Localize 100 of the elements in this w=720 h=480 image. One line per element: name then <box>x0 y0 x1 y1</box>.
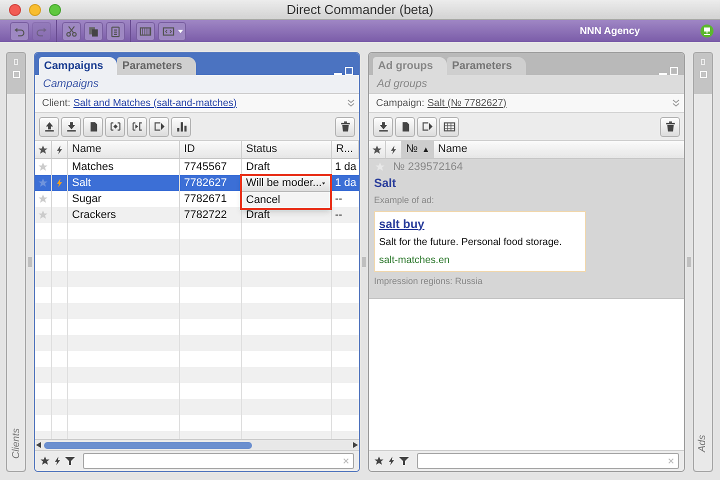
table-cell-text: Draft <box>246 160 270 175</box>
column-header[interactable]: R... <box>336 141 354 158</box>
download-button[interactable] <box>373 116 393 136</box>
star-icon <box>38 144 48 154</box>
table-button[interactable] <box>439 116 459 136</box>
document-button[interactable] <box>83 116 103 136</box>
filter-icon[interactable] <box>399 456 409 466</box>
scissors-button[interactable] <box>62 22 81 40</box>
trash-icon <box>664 120 676 133</box>
tab[interactable]: Parameters <box>117 57 196 75</box>
search-field[interactable] <box>83 453 354 469</box>
star-icon <box>38 194 48 204</box>
bracket-arrow-icon <box>130 120 144 133</box>
close-button[interactable] <box>9 4 21 16</box>
copy-button[interactable] <box>84 22 103 40</box>
bracket-arrow-button[interactable] <box>127 116 147 136</box>
filter-icon[interactable] <box>65 456 75 466</box>
side-strip[interactable]: Ads <box>693 52 713 472</box>
caret-icon <box>178 28 182 34</box>
filter-link[interactable]: Salt and Matches (salt-and-matches) <box>73 96 237 110</box>
layout-button[interactable] <box>158 22 186 40</box>
table-cell-text: -- <box>335 208 342 223</box>
download-icon <box>64 120 78 133</box>
strip-label[interactable]: Ads <box>696 434 710 452</box>
scroll-left-icon[interactable] <box>36 442 42 448</box>
minimize-button[interactable] <box>29 4 41 16</box>
ad-text: Salt for the future. Personal food storage. <box>379 236 563 250</box>
table-cell-text: Draft <box>246 208 270 223</box>
table-cell-text: Sugar <box>72 192 102 207</box>
expand-icon[interactable] <box>347 99 355 107</box>
status-dropdown[interactable]: Will be moder... <box>242 176 330 192</box>
regions-text: Impression regions: Russia <box>374 274 484 288</box>
bracket-arrows-button[interactable] <box>105 116 125 136</box>
menu-option[interactable]: Cancel <box>242 192 330 208</box>
table-cell-text: 7745567 <box>184 160 227 175</box>
ad-title[interactable]: salt buy <box>379 214 581 232</box>
clipboard-button[interactable] <box>106 22 125 40</box>
example-label: Example of ad: <box>374 194 436 207</box>
copy-icon <box>87 24 100 38</box>
undo-button[interactable] <box>10 22 29 40</box>
column-header[interactable]: Status <box>246 141 278 158</box>
table-cell-text: Crackers <box>72 208 116 223</box>
expand-icon[interactable] <box>672 99 680 107</box>
delete-button[interactable] <box>660 116 680 136</box>
ad-url: salt-matches.en <box>379 254 451 268</box>
group-name[interactable]: Salt <box>374 175 679 191</box>
column-header[interactable]: Name <box>72 141 102 158</box>
maximize-icon[interactable] <box>670 67 678 75</box>
lightning-icon <box>388 456 395 466</box>
scroll-right-icon[interactable] <box>352 442 358 448</box>
star-icon <box>374 456 384 466</box>
side-strip[interactable]: Clients <box>6 52 26 472</box>
layout-icon <box>162 24 174 38</box>
table-cell-text: 7782627 <box>184 176 227 191</box>
column-header[interactable]: ID <box>184 141 195 158</box>
filter-label: Campaign: <box>376 96 424 110</box>
star-icon <box>38 210 48 220</box>
clipboard-icon <box>109 24 122 38</box>
box-arrow-button[interactable] <box>417 116 437 136</box>
box-arrow-button[interactable] <box>149 116 169 136</box>
table-cell-text: Salt <box>72 176 91 191</box>
account-name: NNN Agency <box>580 24 640 38</box>
table-cell-text: 1 da <box>335 160 356 175</box>
table-cell-text: -- <box>335 192 342 207</box>
network-status-icon <box>700 24 714 38</box>
splitter-handle-icon[interactable] <box>362 257 366 267</box>
columns-button[interactable] <box>136 22 155 40</box>
window-title: Direct Commander (beta) <box>286 0 434 19</box>
panel-subtitle: Ad groups <box>377 76 428 92</box>
bracket-arrows-icon <box>108 120 122 133</box>
column-header[interactable]: № ▲ <box>402 141 434 158</box>
star-icon <box>40 456 50 466</box>
bar-chart-button[interactable] <box>171 116 191 136</box>
filter-label: Client: <box>42 96 70 110</box>
lightning-icon <box>54 456 61 466</box>
star-icon <box>38 162 48 172</box>
table-row[interactable]: Crackers 7782722 Draft -- <box>35 207 359 223</box>
maximize-icon[interactable] <box>345 67 353 75</box>
filter-link[interactable]: Salt (№ 7782627) <box>427 96 506 110</box>
search-field[interactable] <box>417 453 679 469</box>
clear-icon[interactable] <box>343 458 349 464</box>
tab[interactable]: Campaigns <box>39 57 118 75</box>
lightning-icon <box>56 178 63 188</box>
strip-label[interactable]: Clients <box>8 428 24 459</box>
sort-arrow: ▲ <box>422 144 430 156</box>
star-icon <box>38 178 48 188</box>
splitter-handle-icon[interactable] <box>687 257 691 267</box>
scrollbar-thumb[interactable] <box>44 442 252 448</box>
column-header[interactable]: Name <box>434 141 684 158</box>
zoom-button[interactable] <box>49 4 61 16</box>
download-button[interactable] <box>61 116 81 136</box>
table-cell-text: 1 da <box>335 176 356 191</box>
splitter-handle-icon[interactable] <box>28 257 32 267</box>
upload-button[interactable] <box>39 116 59 136</box>
bar-chart-icon <box>174 120 188 133</box>
clear-icon[interactable] <box>668 458 674 464</box>
delete-button[interactable] <box>335 116 355 136</box>
upload-icon <box>42 120 56 133</box>
document-button[interactable] <box>395 116 415 136</box>
group-card[interactable]: № 239572164 Salt Example of ad: salt buy Salt for the future. Personal food storage. salt-matches.en Impression regions: Russia <box>369 159 684 299</box>
